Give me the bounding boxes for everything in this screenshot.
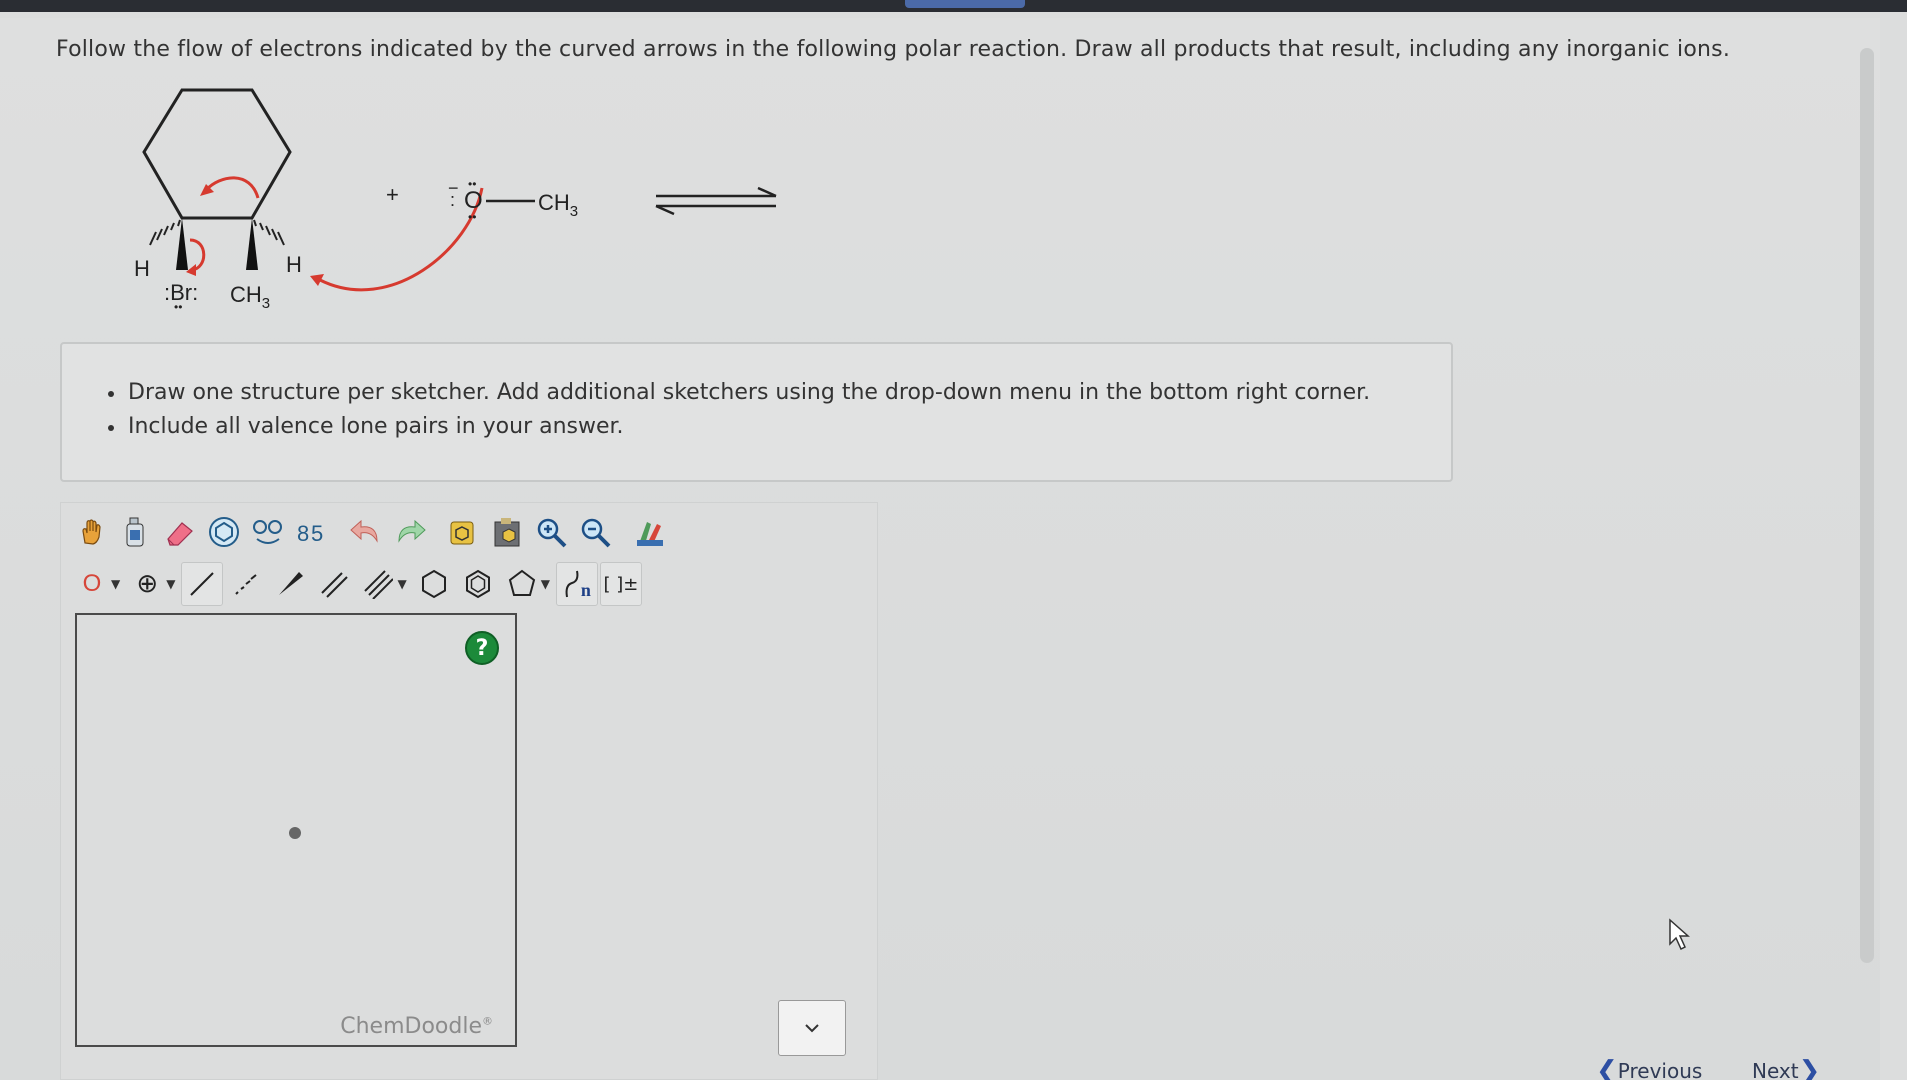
atom-label-button[interactable]: O [71, 562, 113, 606]
chemdoodle-sketcher: 85 O ▼ ⊕ ▼ ▼ ▼ n []± ? ChemDoodle® [60, 502, 878, 1080]
atom-map-icon[interactable]: 85 [291, 510, 333, 554]
bottle-icon[interactable] [115, 510, 157, 554]
toolbar-row-2: O ▼ ⊕ ▼ ▼ ▼ n []± [71, 559, 644, 609]
equilibrium-arrow [655, 186, 777, 216]
instructions-box: Draw one structure per sketcher. Add add… [60, 342, 1453, 482]
redo-icon[interactable] [389, 510, 431, 554]
instruction-item: Draw one structure per sketcher. Add add… [108, 376, 1451, 410]
next-button[interactable]: Next ❯ [1752, 1056, 1820, 1080]
methoxide-o-label: O [464, 187, 483, 214]
polymer-label: n [580, 579, 591, 600]
wedge-bond-button[interactable] [269, 562, 311, 606]
chevron-right-icon: ❯ [1798, 1056, 1821, 1080]
chain-icon[interactable] [247, 510, 289, 554]
template-icon[interactable] [203, 510, 245, 554]
h-right-label: H [286, 252, 302, 277]
next-label: Next [1752, 1059, 1799, 1080]
chevron-down-icon [805, 1024, 819, 1033]
reaction-scheme: H H :Br: •• CH3 + − : •• •• O CH3 [134, 88, 777, 314]
toolbar-row-1: 85 [71, 507, 673, 557]
chevron-down-icon[interactable]: ▼ [397, 577, 406, 591]
methoxide-lone-pairs-left: : [450, 190, 455, 210]
undo-icon[interactable] [345, 510, 387, 554]
hand-icon[interactable] [71, 510, 113, 554]
ch3-ring-label: CH3 [230, 282, 270, 312]
question-text: Follow the flow of electrons indicated b… [56, 37, 1731, 62]
chevron-left-icon: ❮ [1596, 1056, 1618, 1080]
double-bond-button[interactable] [313, 562, 355, 606]
curved-arrow-nucleophile [319, 187, 484, 292]
chevron-down-icon[interactable]: ▼ [541, 577, 550, 591]
cyclohexane-ring [142, 88, 292, 220]
cyclopentane-button[interactable] [501, 562, 543, 606]
br-lone-pair: •• [174, 300, 182, 314]
instruction-item: Include all valence lone pairs in your a… [108, 410, 1451, 444]
chevron-down-icon[interactable]: ▼ [111, 577, 120, 591]
hash-bond-right [253, 219, 285, 246]
single-bond-button[interactable] [181, 562, 224, 606]
zoom-in-icon[interactable] [531, 510, 573, 554]
references-tab[interactable] [905, 0, 1025, 8]
plus-sign: + [386, 182, 399, 207]
triple-bond-button[interactable] [357, 562, 399, 606]
h-left-label: H [134, 256, 150, 281]
benzene-button[interactable] [457, 562, 499, 606]
chemdoodle-brand: ChemDoodle® [340, 1014, 493, 1039]
scrollbar[interactable] [1860, 48, 1874, 963]
curved-arrow-ring [204, 176, 260, 199]
methoxide-ch3-label: CH3 [538, 190, 578, 220]
previous-button[interactable]: ❮ Previous [1596, 1056, 1702, 1080]
chevron-down-icon[interactable]: ▼ [166, 577, 175, 591]
bracket-button[interactable]: [ ]± [599, 562, 642, 606]
cyclohexane-button[interactable] [413, 562, 455, 606]
add-sketcher-dropdown[interactable] [778, 1000, 846, 1056]
copy-icon[interactable] [443, 510, 485, 554]
bracket-label: [ ]± [603, 573, 639, 595]
clean-icon[interactable] [629, 510, 671, 554]
svg-text:5: 5 [311, 521, 323, 546]
curved-arrow-br [189, 238, 206, 272]
mouse-cursor-icon [1669, 918, 1690, 951]
top-bar [0, 0, 1907, 12]
eraser-icon[interactable] [159, 510, 201, 554]
paste-icon[interactable] [487, 510, 529, 554]
zoom-out-icon[interactable] [575, 510, 617, 554]
polymer-button[interactable]: n [555, 562, 598, 606]
hashed-bond-button[interactable] [225, 562, 267, 606]
help-button[interactable]: ? [465, 631, 499, 665]
previous-label: Previous [1617, 1059, 1703, 1080]
charge-button[interactable]: ⊕ [126, 562, 168, 606]
sketcher-canvas[interactable]: ? ChemDoodle® [75, 613, 517, 1047]
charge-label: ⊕ [136, 569, 159, 599]
hash-bond-left [149, 219, 181, 246]
svg-text:8: 8 [297, 521, 309, 546]
instructions-list: Draw one structure per sketcher. Add add… [62, 344, 1451, 444]
atom-label: O [82, 570, 102, 597]
canvas-dot [289, 827, 301, 839]
